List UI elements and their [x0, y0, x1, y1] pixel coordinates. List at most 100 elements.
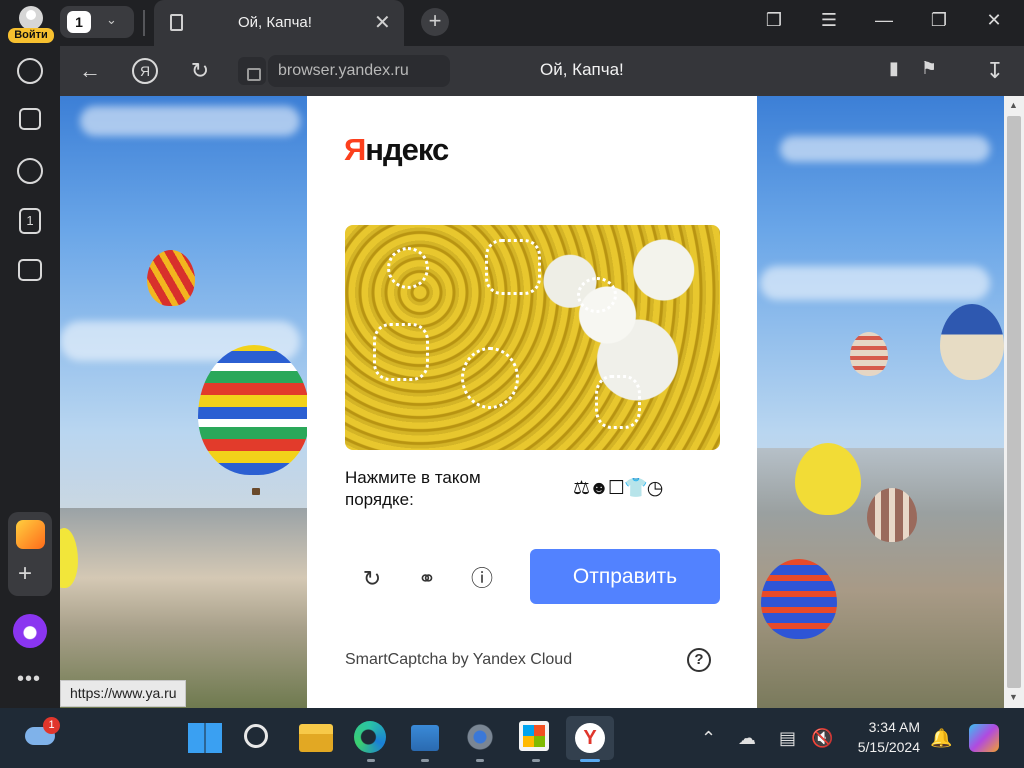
show-hidden-icons-chevron-up-icon[interactable]: ⌃ [701, 728, 716, 749]
collections-icon[interactable] [19, 108, 41, 130]
running-indicator [367, 759, 375, 762]
chevron-down-icon: ⌄ [106, 12, 117, 27]
valley-left [60, 508, 307, 708]
captcha-scales-icon[interactable] [595, 375, 641, 429]
tab-active[interactable]: Ой, Капча! ✕ [154, 0, 404, 46]
running-indicator [476, 759, 484, 762]
add-app-icon[interactable]: + [18, 560, 32, 588]
login-badge[interactable]: Войти [8, 28, 54, 43]
page-title: Ой, Капча! [540, 60, 624, 79]
hot-air-balloon [147, 250, 195, 306]
hot-air-balloon [795, 443, 861, 515]
tab-counter-button[interactable]: 1 ⌄ [60, 6, 134, 38]
balloon-basket [252, 488, 260, 495]
page-viewport: Яндекс Нажмите в таком порядке: ⚖︎☻☐👕◷ ↻… [60, 96, 1004, 708]
file-explorer-icon[interactable] [299, 724, 333, 752]
search-icon[interactable] [244, 724, 268, 748]
clock-date[interactable]: 5/15/2024 [850, 739, 920, 755]
running-indicator [532, 759, 540, 762]
scroll-thumb[interactable] [1007, 116, 1021, 688]
cloud [80, 106, 300, 136]
submit-button[interactable]: Отправить [530, 549, 720, 604]
network-icon[interactable]: ▤ [779, 728, 796, 749]
captcha-clock-icon[interactable] [387, 247, 429, 289]
edge-icon[interactable] [354, 721, 386, 753]
volume-muted-icon[interactable]: 🔇 [811, 728, 833, 749]
url-text[interactable]: browser.yandex.ru [278, 62, 409, 80]
profile-button[interactable]: Войти [8, 4, 54, 43]
address-bar[interactable]: browser.yandex.ru [238, 55, 450, 87]
captcha-face-icon[interactable] [461, 347, 519, 409]
refresh-icon[interactable]: ↻ [355, 562, 389, 596]
alice-assistant-icon[interactable] [13, 614, 47, 648]
yandex-icon[interactable]: Я [132, 58, 158, 84]
bookmarks-panel-icon[interactable]: ❒ [759, 10, 789, 31]
captcha-order-icons: ⚖︎☻☐👕◷ [573, 478, 663, 499]
vertical-scrollbar[interactable]: ▲ ▼ [1004, 96, 1024, 708]
help-icon[interactable]: ? [687, 648, 711, 672]
mail-app-icon[interactable] [16, 520, 45, 549]
microsoft-store-icon[interactable] [519, 721, 549, 751]
history-icon[interactable] [17, 58, 43, 84]
yandex-browser-icon: Y [575, 723, 605, 753]
captcha-image[interactable] [345, 225, 720, 450]
minimize-icon[interactable]: — [869, 10, 899, 31]
scroll-up-icon[interactable]: ▲ [1009, 100, 1018, 110]
play-icon[interactable] [17, 158, 43, 184]
sidebar-apps-group: + [8, 512, 52, 596]
download-icon[interactable]: ↧ [982, 58, 1008, 84]
logo-letter: Я [344, 132, 366, 167]
onedrive-cloud-icon[interactable]: ☁ [738, 728, 756, 749]
tabs-count-icon[interactable]: 1 [19, 208, 41, 234]
reload-icon[interactable]: ↻ [187, 58, 213, 84]
navigation-bar: ← Я ↻ browser.yandex.ru Ой, Капча! ▮ ⚑ ↧ [60, 46, 1024, 96]
status-url: https://www.ya.ru [60, 680, 186, 707]
tab-title: Ой, Капча! [238, 14, 312, 31]
restore-icon[interactable]: ❐ [924, 10, 954, 31]
taskbar: 1 Y ⌃ ☁ ▤ 🔇 3:34 AM 5/15/2024 🔔 [0, 708, 1024, 768]
notifications-bell-icon[interactable]: 🔔 [930, 728, 952, 749]
tab-count: 1 [67, 11, 91, 33]
hot-air-balloon [198, 345, 310, 475]
hot-air-balloon [761, 559, 837, 639]
settings-gear-icon[interactable] [464, 721, 496, 753]
menu-icon[interactable]: ☰ [814, 10, 844, 31]
scroll-down-icon[interactable]: ▼ [1009, 692, 1018, 702]
windows-start-icon[interactable] [188, 723, 222, 753]
more-icon[interactable]: ••• [17, 668, 41, 691]
divider [143, 10, 145, 36]
captcha-mark-icon[interactable] [577, 277, 617, 313]
logo-text: ндекс [365, 132, 449, 167]
cloud [780, 136, 990, 162]
document-icon [170, 14, 183, 31]
new-tab-button[interactable]: + [421, 8, 449, 36]
captcha-provider-label: SmartCaptcha by Yandex Cloud [345, 651, 573, 668]
info-icon[interactable]: ⓘ [465, 562, 499, 596]
notification-badge: 1 [43, 717, 60, 734]
lock-icon[interactable] [238, 57, 266, 85]
tab-strip: Войти 1 ⌄ Ой, Капча! ✕ + ❒ ☰ — ❐ ✕ [0, 0, 1024, 46]
avatar [19, 6, 43, 30]
hot-air-balloon [867, 488, 917, 542]
screenshot-icon[interactable] [18, 259, 42, 281]
close-tab-icon[interactable]: ✕ [374, 10, 391, 35]
audio-headphones-icon[interactable]: ⚭ [410, 562, 444, 596]
captcha-shirt-icon[interactable] [485, 239, 541, 295]
captcha-instruction: Нажмите в таком порядке: [345, 468, 481, 509]
active-indicator [580, 759, 600, 762]
yandex-logo: Яндекс [344, 132, 449, 168]
captcha-basket-icon[interactable] [373, 323, 429, 381]
copilot-icon[interactable] [969, 724, 999, 752]
app-icon[interactable] [411, 725, 439, 751]
yandex-browser-taskbar-item[interactable]: Y [566, 716, 614, 760]
close-window-icon[interactable]: ✕ [979, 10, 1009, 31]
back-icon[interactable]: ← [77, 58, 103, 84]
hot-air-balloon [940, 304, 1004, 380]
running-indicator [421, 759, 429, 762]
clock-time[interactable]: 3:34 AM [864, 719, 920, 735]
cloud [760, 266, 990, 300]
captcha-card: Яндекс Нажмите в таком порядке: ⚖︎☻☐👕◷ ↻… [307, 96, 757, 708]
sidebar: 1 + ••• [0, 46, 60, 708]
bookmark-icon[interactable]: ⚑ [916, 58, 942, 79]
comments-icon[interactable]: ▮ [881, 58, 907, 79]
